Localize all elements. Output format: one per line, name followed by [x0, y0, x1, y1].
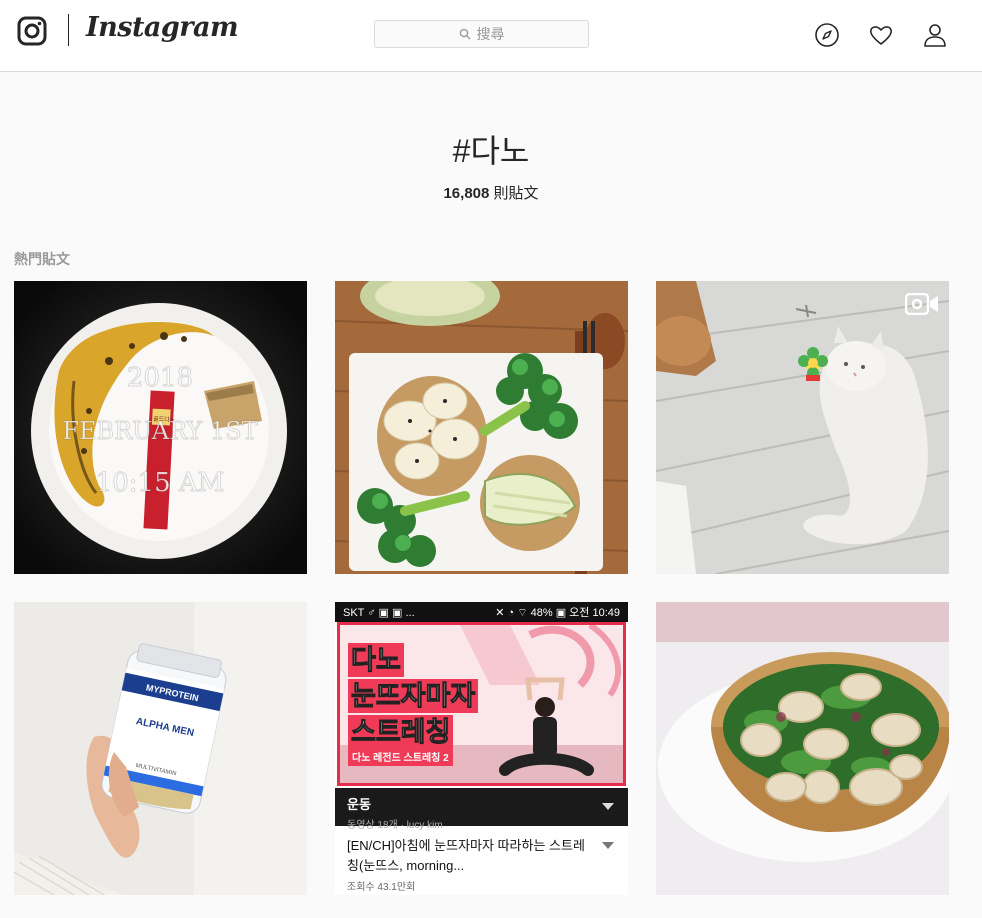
search-input[interactable]: 搜尋: [374, 20, 589, 48]
explore-compass-icon[interactable]: [814, 22, 840, 48]
instagram-wordmark[interactable]: Instagram: [86, 12, 239, 43]
search-icon: [459, 28, 470, 40]
video-title: [EN/CH]아침에 눈뜨자마자 따라하는 스트레칭(눈뜨스, morning.…: [347, 838, 585, 873]
top-posts-label: 熱門貼文: [14, 251, 70, 267]
video-headline-line-3: 스트레칭: [348, 715, 454, 749]
playlist-bar: 운동 동영상 18개 · lucy kim: [335, 788, 628, 831]
overlay-text-year: 2018: [127, 363, 193, 393]
profile-person-icon[interactable]: [922, 22, 948, 48]
overlay-text-date: FEBRUARY 1ST: [62, 417, 257, 445]
post-count: 16,808 則貼文: [0, 182, 982, 203]
playlist-expand-icon: [602, 803, 614, 810]
video-views: 조회수 43.1만회: [347, 882, 416, 893]
broccoli-ricecake-photo: [335, 281, 628, 574]
banana-plate-photo: 골드다노 2018 FEBRUARY 1ST 10:15 AM: [14, 281, 307, 574]
post-thumbnail-4[interactable]: MYPROTEIN ALPHA MEN MULTIVITAMIN: [14, 602, 307, 895]
status-right: ✕ ◔ ⌔ 48% ▣ 오전 10:49: [495, 607, 620, 619]
post-count-number: 16,808: [443, 185, 490, 202]
playlist-title: 운동: [347, 797, 371, 812]
overlay-text-time: 10:15 AM: [96, 468, 225, 498]
post-thumbnail-5[interactable]: SKT ♂ ▣ ▣ ... ✕ ◔ ⌔ 48% ▣ 오전 10:49 다노 눈뜨…: [335, 602, 628, 895]
supplement-bottle-photo: MYPROTEIN ALPHA MEN MULTIVITAMIN: [14, 602, 307, 895]
activity-heart-icon[interactable]: [868, 22, 894, 48]
video-subtitle: 다노 레전드 스트레칭 2: [348, 747, 453, 766]
phone-status-bar: SKT ♂ ▣ ▣ ... ✕ ◔ ⌔ 48% ▣ 오전 10:49: [335, 602, 628, 622]
video-thumbnail: 다노 눈뜨자마자 스트레칭 다노 레전드 스트레칭 2: [337, 622, 626, 786]
status-left: SKT ♂ ▣ ▣ ...: [343, 606, 415, 619]
video-headline-line-1: 다노: [348, 643, 404, 677]
cat-video-photo: [656, 281, 949, 574]
hashtag-title: #다노: [452, 133, 530, 169]
video-camera-icon: [905, 293, 938, 315]
top-nav: Instagram 搜尋: [0, 0, 982, 72]
post-thumbnail-2[interactable]: [335, 281, 628, 574]
post-thumbnail-3[interactable]: [656, 281, 949, 574]
post-thumbnail-1[interactable]: 골드다노 2018 FEBRUARY 1ST 10:15 AM: [14, 281, 307, 574]
post-thumbnail-6[interactable]: [656, 602, 949, 895]
video-headline-line-2: 눈뜨자마자: [348, 679, 479, 713]
playlist-meta: 동영상 18개 · lucy kim: [347, 820, 443, 831]
search-placeholder: 搜尋: [476, 26, 505, 42]
instagram-logo-icon[interactable]: [17, 16, 47, 46]
video-expand-icon: [602, 842, 614, 849]
salad-bowl-photo: [656, 602, 949, 895]
logo-divider: [68, 14, 69, 46]
video-headline: 다노 눈뜨자마자 스트레칭: [348, 643, 479, 751]
post-count-suffix: 則貼文: [489, 185, 539, 202]
